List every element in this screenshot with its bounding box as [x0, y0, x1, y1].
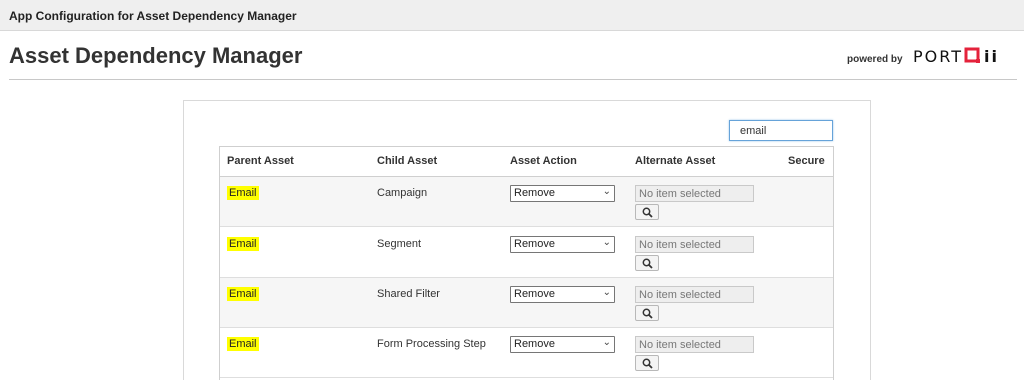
alternate-asset-lookup-button[interactable] [635, 305, 659, 321]
search-icon [642, 308, 653, 319]
powered-by-label: powered by [847, 54, 903, 65]
table-row: Email Shared Filter Remove ⌄ No item sel… [220, 278, 833, 328]
asset-action-select[interactable]: Remove ⌄ [510, 185, 615, 202]
dependency-table: Parent Asset Child Asset Asset Action Al… [219, 146, 834, 380]
logo-text-right: ii [983, 46, 999, 66]
column-header-parent-asset: Parent Asset [227, 155, 294, 167]
column-header-alternate-asset: Alternate Asset [635, 155, 716, 167]
search-input[interactable] [729, 120, 833, 141]
logo-text-left: PORT [913, 46, 963, 66]
alternate-asset-field[interactable]: No item selected [635, 185, 754, 202]
asset-action-select[interactable]: Remove ⌄ [510, 286, 615, 303]
table-row: Email Segment Remove ⌄ No item selected [220, 228, 833, 278]
chevron-down-icon: ⌄ [602, 337, 611, 348]
alternate-asset-field[interactable]: No item selected [635, 236, 754, 253]
chevron-down-icon: ⌄ [602, 287, 611, 298]
search-icon [642, 258, 653, 269]
alternate-asset-field[interactable]: No item selected [635, 336, 754, 353]
child-asset-cell: Segment [377, 238, 422, 250]
search-icon [642, 358, 653, 369]
asset-action-value: Remove [514, 238, 555, 250]
asset-action-value: Remove [514, 338, 555, 350]
table-row: Email Form Processing Step Remove ⌄ No i… [220, 328, 833, 378]
column-header-asset-action: Asset Action [510, 155, 577, 167]
chevron-down-icon: ⌄ [602, 237, 611, 248]
app-config-bar: App Configuration for Asset Dependency M… [0, 0, 1024, 31]
page-title: Asset Dependency Manager [9, 43, 303, 68]
child-asset-cell: Form Processing Step [377, 338, 486, 350]
asset-action-select[interactable]: Remove ⌄ [510, 236, 615, 253]
alternate-asset-lookup-button[interactable] [635, 255, 659, 271]
child-asset-cell: Campaign [377, 187, 428, 199]
parent-asset-cell: Email [227, 337, 259, 351]
asset-action-value: Remove [514, 288, 555, 300]
app-config-title: App Configuration for Asset Dependency M… [9, 9, 297, 23]
logo-mark-icon [964, 47, 980, 63]
table-row: Email Campaign Remove ⌄ No item selected [220, 177, 833, 227]
asset-action-select[interactable]: Remove ⌄ [510, 336, 615, 353]
parent-asset-cell: Email [227, 237, 259, 251]
column-header-secure: Secure [788, 155, 825, 167]
portqii-logo: PORT ii [913, 46, 999, 66]
header-divider [9, 79, 1017, 80]
chevron-down-icon: ⌄ [602, 186, 611, 197]
child-asset-cell: Shared Filter [377, 288, 440, 300]
column-header-child-asset: Child Asset [377, 155, 438, 167]
search-icon [642, 207, 653, 218]
parent-asset-cell: Email [227, 186, 259, 200]
parent-asset-cell: Email [227, 287, 259, 301]
asset-action-value: Remove [514, 187, 555, 199]
alternate-asset-lookup-button[interactable] [635, 204, 659, 220]
alternate-asset-field[interactable]: No item selected [635, 286, 754, 303]
alternate-asset-lookup-button[interactable] [635, 355, 659, 371]
